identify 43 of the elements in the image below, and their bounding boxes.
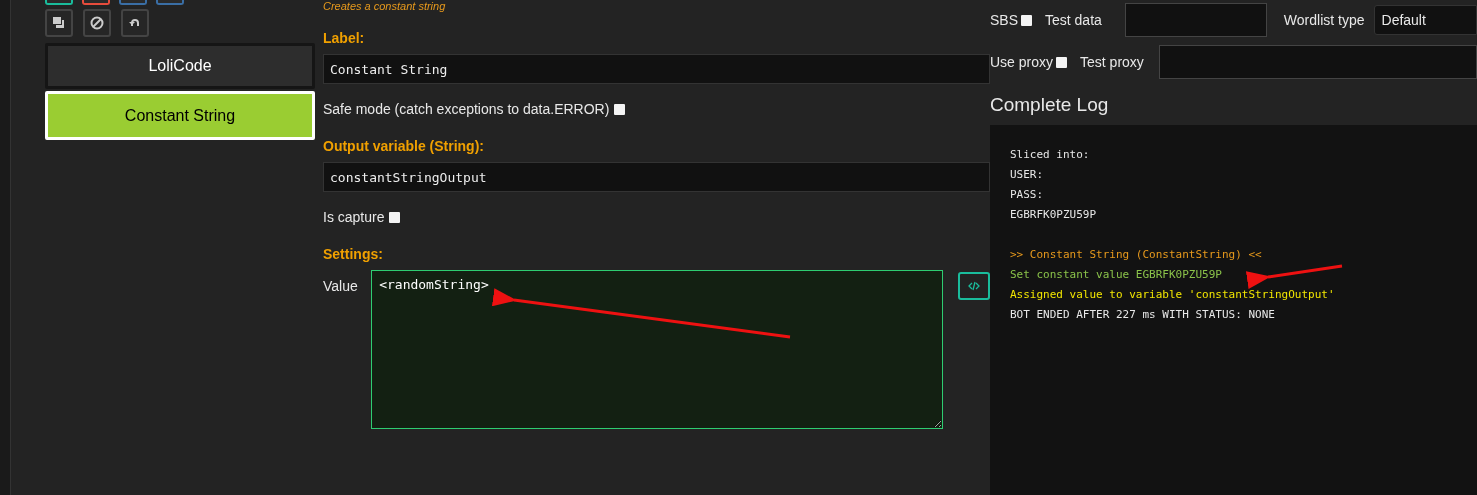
settings-heading: Settings: [323, 246, 384, 262]
use-proxy-label: Use proxy [990, 54, 1054, 70]
test-proxy-label: Test proxy [1080, 54, 1144, 70]
log-line: EGBRFK0PZU59P [1010, 207, 1097, 223]
log-line: USER: [1010, 167, 1044, 183]
test-data-label: Test data [1045, 12, 1102, 28]
safe-mode-checkbox[interactable] [614, 103, 626, 115]
code-icon [968, 280, 981, 292]
wordlist-type-label: Wordlist type [1283, 12, 1365, 28]
block-item[interactable]: LoliCode [45, 43, 315, 89]
log-line: PASS: [1010, 187, 1044, 203]
safe-mode-label: Safe mode (catch exceptions to data.ERROR) [323, 101, 610, 117]
log-line: BOT ENDED AFTER 227 ms WITH STATUS: NONE [1010, 307, 1275, 323]
disable-button[interactable] [83, 9, 111, 37]
code-button[interactable] [958, 272, 990, 300]
output-variable-field[interactable]: constantStringOutput [323, 162, 990, 192]
use-proxy-checkbox[interactable] [1056, 56, 1068, 68]
toolbar-button[interactable] [156, 0, 184, 5]
label-field[interactable]: Constant String [323, 54, 990, 84]
value-label: Value [323, 277, 359, 294]
clone-button[interactable] [45, 9, 73, 37]
label-heading: Label: [323, 30, 366, 46]
log-line: >> Constant String (ConstantString) << [1010, 247, 1262, 263]
block-description: Creates a constant string [323, 0, 446, 13]
log-line: Assigned value to variable 'constantStringOutput' [1010, 287, 1335, 303]
undo-button[interactable] [121, 9, 149, 37]
layers-icon [52, 16, 66, 30]
is-capture-checkbox[interactable] [389, 211, 401, 223]
wordlist-type-select[interactable]: Default [1373, 5, 1477, 35]
block-item[interactable]: Constant String [45, 91, 315, 140]
toolbar-button[interactable] [45, 0, 73, 5]
disable-icon [90, 16, 104, 30]
log-title: Complete Log [990, 94, 1110, 116]
is-capture-label: Is capture [323, 209, 385, 225]
sbs-checkbox[interactable] [1021, 14, 1032, 26]
value-field[interactable]: <randomString> [371, 270, 944, 429]
sbs-label: SBS [990, 12, 1018, 28]
log-line: Sliced into: [1010, 147, 1090, 163]
log-line: Set constant value EGBRFK0PZU59P [1010, 267, 1222, 283]
test-proxy-field[interactable] [1158, 45, 1477, 79]
toolbar-button[interactable] [82, 0, 110, 5]
test-data-field[interactable] [1124, 3, 1267, 37]
output-variable-heading: Output variable (String): [323, 138, 485, 154]
